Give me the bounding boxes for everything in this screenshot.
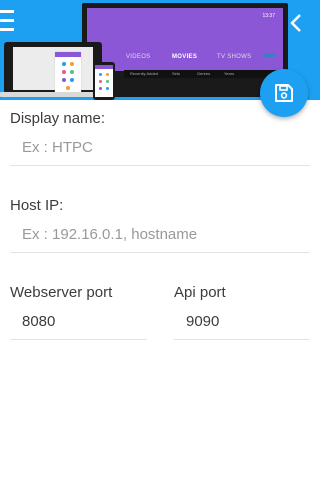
host-ip-input[interactable] xyxy=(22,224,302,244)
host-ip-label: Host IP: xyxy=(10,197,64,214)
tv-menu-item: VIDEOS xyxy=(126,54,151,60)
tv-menu-item-active: MOVIES xyxy=(172,54,198,60)
tv-menu-item: TV SHOWS xyxy=(217,54,252,60)
tv-submenu-item: Years xyxy=(224,71,235,76)
api-port-input[interactable] xyxy=(186,311,306,331)
display-name-input[interactable] xyxy=(22,137,252,157)
display-name-label: Display name: xyxy=(10,110,106,127)
tv-submenu-item: Sets xyxy=(172,71,181,76)
display-name-underline xyxy=(10,165,310,166)
laptop-app-card xyxy=(55,52,81,93)
api-port-underline xyxy=(174,339,310,340)
webserver-port-label: Webserver port xyxy=(10,284,113,301)
phone-illustration xyxy=(93,62,115,100)
laptop-illustration xyxy=(0,42,106,100)
tv-submenu-item: Genres xyxy=(197,71,211,76)
tv-submenu-item: Recently Added xyxy=(130,71,159,76)
webserver-port-underline xyxy=(10,339,147,340)
tv-submenu: Recently Added Sets Genres Years xyxy=(124,70,279,78)
api-port-label: Api port xyxy=(174,284,226,301)
host-ip-underline xyxy=(10,252,310,253)
tv-time: 13:37 xyxy=(262,13,275,19)
menu-icon[interactable] xyxy=(0,10,14,32)
chevron-left-icon[interactable] xyxy=(287,13,305,33)
webserver-port-input[interactable] xyxy=(22,311,142,331)
save-button[interactable] xyxy=(260,69,308,117)
save-icon xyxy=(275,84,293,102)
